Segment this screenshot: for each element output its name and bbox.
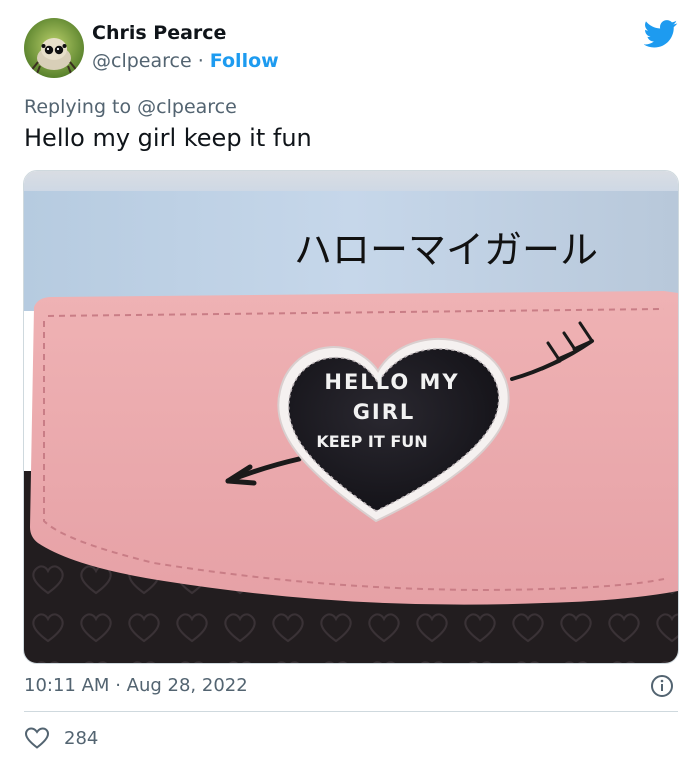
replying-to: Replying to @clpearce — [24, 96, 237, 118]
patch-text-line1: HELLO MY — [324, 370, 459, 394]
like-count: 284 — [64, 727, 99, 749]
author-avatar[interactable] — [24, 18, 84, 78]
like-button[interactable]: 284 — [24, 724, 98, 752]
author-handle[interactable]: @clpearce — [92, 50, 192, 72]
patch-text-line2: GIRL — [353, 400, 416, 424]
divider — [24, 711, 678, 712]
heart-icon — [24, 727, 50, 749]
replying-prefix: Replying to — [24, 96, 132, 118]
patch-text-line3: KEEP IT FUN — [316, 432, 427, 451]
tweet-timestamp: 10:11 AM · Aug 28, 2022 — [24, 675, 248, 696]
tweet-photo[interactable]: ハローマイガール HELLO MY GIRL KEEP IT FUN — [23, 170, 679, 664]
tweet-time[interactable]: 10:11 AM — [24, 675, 109, 696]
follow-button[interactable]: Follow — [210, 50, 279, 72]
timestamp-separator: · — [115, 675, 121, 696]
wallet-photo-illustration: ハローマイガール HELLO MY GIRL KEEP IT FUN — [24, 171, 678, 663]
twitter-bird-icon[interactable] — [643, 20, 678, 48]
info-icon[interactable] — [650, 674, 674, 698]
reply-mention-link[interactable]: @clpearce — [137, 96, 237, 118]
author-handle-line: @clpearce · Follow — [92, 50, 279, 72]
japanese-title-text: ハローマイガール — [294, 228, 598, 272]
author-display-name[interactable]: Chris Pearce — [92, 22, 226, 44]
tweet-date[interactable]: Aug 28, 2022 — [127, 675, 248, 696]
handle-separator: · — [197, 50, 204, 72]
tweet-text: Hello my girl keep it fun — [24, 124, 312, 152]
jumping-spider-avatar-icon — [24, 18, 84, 78]
